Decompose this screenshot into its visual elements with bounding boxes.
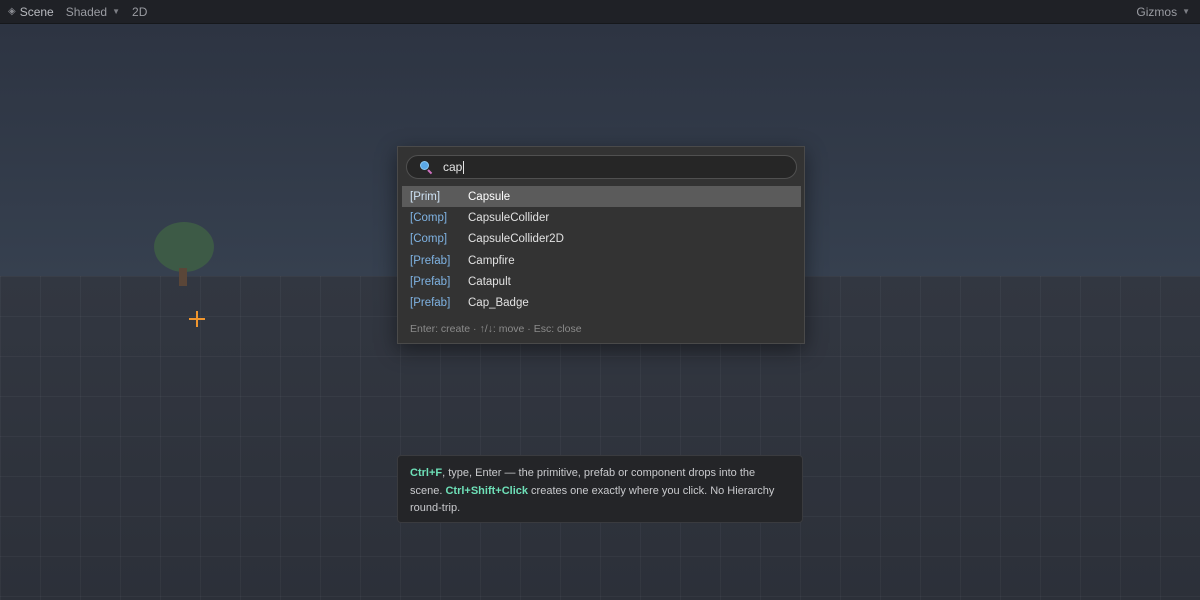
chevron-down-icon: ▼ xyxy=(112,7,121,16)
scene-toolbar: ◈ Scene Shaded ▼ 2D Gizmos ▼ xyxy=(0,0,1200,24)
shading-mode-dropdown[interactable]: Shaded ▼ xyxy=(66,5,120,19)
result-name: CapsuleCollider2D xyxy=(468,233,564,246)
toggle-2d-button[interactable]: 2D xyxy=(132,5,147,19)
result-name: CapsuleCollider xyxy=(468,211,550,224)
shortcut-ctrl-shift-click: Ctrl+Shift+Click xyxy=(445,484,528,497)
toggle-2d-label: 2D xyxy=(132,4,148,19)
placement-crosshair-icon xyxy=(187,309,207,329)
shortcut-ctrl-f: Ctrl+F xyxy=(410,467,443,479)
result-type-tag: [Comp] xyxy=(410,211,448,224)
scene-tab-label: Scene xyxy=(19,4,54,19)
search-icon xyxy=(419,160,433,175)
result-item[interactable]: [Prefab] Cap_Badge xyxy=(402,292,801,313)
result-name: Campfire xyxy=(468,254,515,267)
text-cursor xyxy=(463,160,465,174)
chevron-down-icon: ▼ xyxy=(1182,7,1190,16)
result-type-tag: [Prefab] xyxy=(410,275,451,288)
scene-tab[interactable]: ◈ Scene xyxy=(8,5,54,19)
scene-icon: ◈ xyxy=(8,6,16,17)
result-item[interactable]: [Prim] Capsule xyxy=(402,186,801,208)
result-type-tag: [Prefab] xyxy=(410,254,451,267)
result-item[interactable]: [Prefab] Catapult xyxy=(402,271,801,292)
result-item[interactable]: [Comp] CapsuleCollider xyxy=(402,207,801,228)
result-type-tag: [Comp] xyxy=(410,233,448,246)
result-name: Cap_Badge xyxy=(468,297,529,310)
results-list: [Prim] Capsule [Comp] CapsuleCollider [Comp]… xyxy=(402,186,801,314)
result-name: Capsule xyxy=(468,190,511,203)
result-type-tag: [Prim] xyxy=(410,190,441,203)
result-item[interactable]: [Comp] CapsuleCollider2D xyxy=(402,229,801,250)
info-tooltip: Ctrl+F, type, Enter — the primitive, pre… xyxy=(397,455,803,523)
gizmos-label: Gizmos xyxy=(1136,4,1178,19)
keyboard-hint: Enter: create · ↑/↓: move · Esc: close xyxy=(410,323,582,335)
result-name: Catapult xyxy=(468,275,511,288)
search-input[interactable]: cap xyxy=(443,157,462,177)
tree-trunk[interactable] xyxy=(179,268,187,286)
result-type-tag: [Prefab] xyxy=(410,297,451,310)
tree-object[interactable] xyxy=(154,222,214,272)
quick-create-palette: cap [Prim] Capsule [Comp] CapsuleCollider [C… xyxy=(397,146,805,344)
gizmos-dropdown[interactable]: Gizmos ▼ xyxy=(1136,5,1190,19)
result-item[interactable]: [Prefab] Campfire xyxy=(402,250,801,271)
shading-mode-label: Shaded xyxy=(65,4,108,19)
search-field[interactable]: cap xyxy=(406,155,797,179)
